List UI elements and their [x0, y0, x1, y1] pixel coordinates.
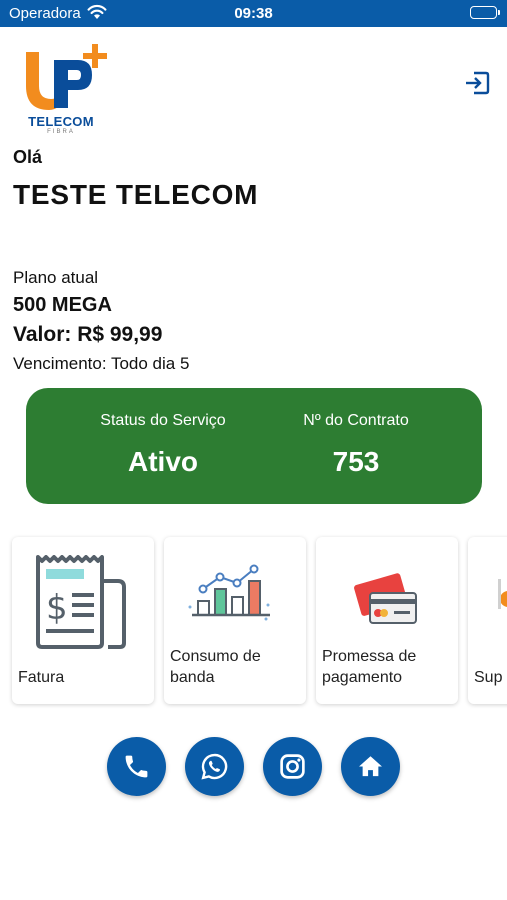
- payment-cards-icon: [336, 555, 436, 649]
- due-date: Vencimento: Todo dia 5: [13, 354, 190, 373]
- battery-icon: [470, 6, 500, 19]
- service-status-label: Status do Serviço: [100, 412, 226, 429]
- plan-name: 500 MEGA: [13, 294, 112, 316]
- invoice-icon: $: [32, 555, 132, 649]
- clock: 09:38: [234, 5, 273, 22]
- menu-card-invoice[interactable]: $ Fatura: [12, 537, 154, 704]
- logo-brand-text: TELECOM: [28, 114, 94, 129]
- customer-name: TESTE TELECOM: [13, 179, 259, 210]
- brand-logo: TELECOM FIBRA: [22, 42, 108, 136]
- home-icon: [359, 756, 382, 777]
- plan-price: Valor: R$ 99,99: [13, 323, 163, 346]
- whatsapp-icon: [201, 753, 228, 780]
- logo-tagline: FIBRA: [47, 129, 75, 135]
- bandwidth-chart-icon: [184, 555, 284, 649]
- menu-label-support: Sup: [474, 669, 503, 686]
- contract-number: Nº do Contrato 753: [256, 412, 456, 478]
- instagram-button[interactable]: [263, 737, 322, 796]
- service-status-value: Ativo: [128, 446, 198, 477]
- svg-text:$: $: [46, 588, 68, 628]
- service-status: Status do Serviço Ativo: [63, 412, 263, 478]
- home-button[interactable]: [341, 737, 400, 796]
- menu-label-payment-promise: Promessa de pagamento: [322, 648, 417, 686]
- status-bar: Operadora 09:38: [0, 0, 507, 27]
- service-status-card: Status do Serviço Ativo Nº do Contrato 7…: [26, 388, 482, 504]
- whatsapp-button[interactable]: [185, 737, 244, 796]
- plan-label: Plano atual: [13, 268, 99, 287]
- greeting-text: Olá: [13, 147, 43, 167]
- menu-label-invoice: Fatura: [18, 669, 65, 686]
- menu-label-bandwidth: Consumo de banda: [170, 648, 261, 686]
- menu-card-bandwidth[interactable]: Consumo de banda: [164, 537, 306, 704]
- menu-card-support[interactable]: Sup: [468, 537, 507, 704]
- contract-number-label: Nº do Contrato: [303, 412, 409, 429]
- logout-icon[interactable]: [464, 70, 490, 96]
- phone-button[interactable]: [107, 737, 166, 796]
- support-icon: [494, 555, 507, 649]
- contract-number-value: 753: [332, 446, 380, 477]
- instagram-icon: [280, 754, 305, 779]
- phone-icon: [125, 755, 148, 778]
- menu-card-payment-promise[interactable]: Promessa de pagamento: [316, 537, 458, 704]
